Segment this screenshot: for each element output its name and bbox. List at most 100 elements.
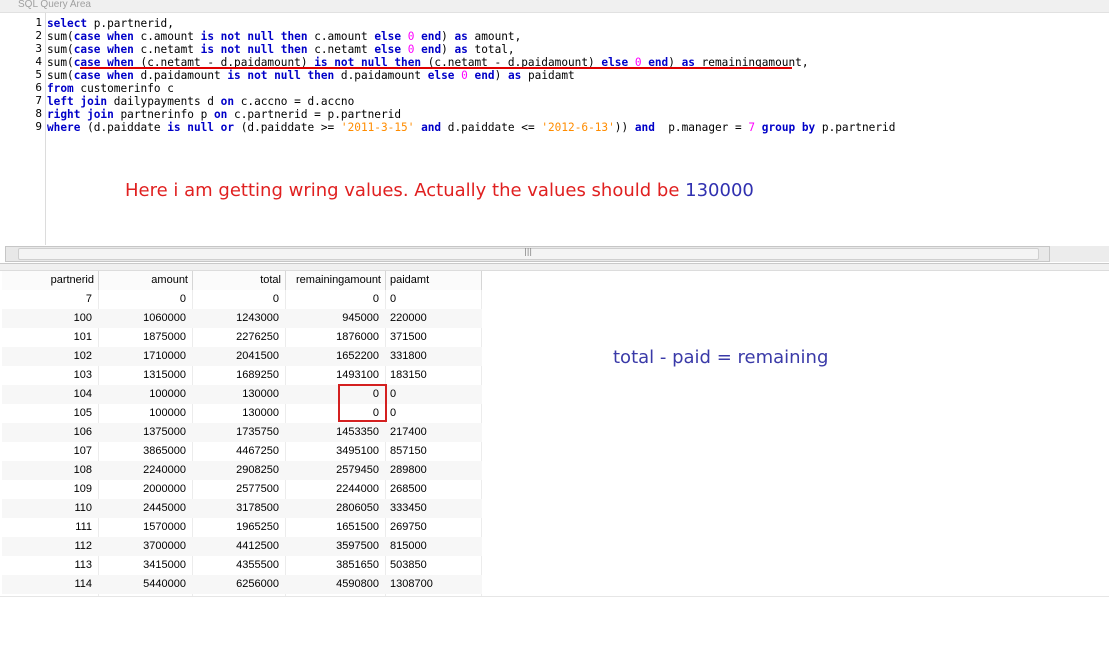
code-token: c.netamt: [133, 43, 201, 56]
cell-amount: 1875000: [143, 331, 186, 343]
code-token: p.partnerid: [815, 121, 896, 134]
code-token: end: [474, 69, 495, 82]
cell-partnerid: 105: [73, 407, 92, 419]
code-token: amount,: [467, 30, 522, 43]
cell-partnerid: 7: [85, 293, 92, 305]
table-row[interactable]: 113 3415000 4355500 3851650 503850: [2, 556, 482, 575]
table-row[interactable]: 106 1375000 1735750 1453350 217400: [2, 423, 482, 442]
column-header-paidamt[interactable]: paidamt: [386, 271, 482, 290]
code-token: group by: [761, 121, 816, 134]
table-row[interactable]: 111 1570000 1965250 1651500 269750: [2, 518, 482, 537]
cell-total: 0: [272, 293, 279, 305]
table-row[interactable]: 109 2000000 2577500 2244000 268500: [2, 480, 482, 499]
cell-partnerid: 111: [75, 521, 92, 533]
wrong-values-note-text: Here i am getting wring values. Actually…: [125, 180, 686, 201]
expected-value: 130000: [685, 180, 754, 201]
cell-amount: 3865000: [143, 445, 186, 457]
code-token: case when: [73, 43, 134, 56]
cell-paidamt: 0: [390, 293, 397, 305]
code-token: where: [47, 121, 81, 134]
code-line[interactable]: sum(case when c.amount is not null then …: [47, 30, 521, 43]
cell-remainingamount: 3597500: [336, 540, 379, 552]
cell-total: 130000: [242, 388, 279, 400]
formula-note: total - paid = remaining: [613, 347, 829, 368]
cell-remainingamount: 1876000: [336, 331, 379, 343]
cell-total: 2908250: [236, 464, 279, 476]
code-line[interactable]: left join dailypayments d on c.accno = d…: [47, 95, 354, 108]
line-4-underline: [80, 67, 792, 69]
cell-paidamt: 217400: [390, 426, 427, 438]
line-number: 6: [35, 81, 42, 94]
code-token: p.manager =: [654, 121, 749, 134]
cell-partnerid: 114: [74, 578, 92, 590]
table-row[interactable]: 107 3865000 4467250 3495100 857150: [2, 442, 482, 461]
cell-partnerid: 113: [74, 559, 92, 571]
cell-remainingamount: 0: [372, 293, 379, 305]
code-line[interactable]: select p.partnerid,: [47, 17, 174, 30]
table-row[interactable]: 103 1315000 1689250 1493100 183150: [2, 366, 482, 385]
cell-amount: 100000: [149, 388, 186, 400]
code-line[interactable]: from customerinfo c: [47, 82, 174, 95]
table-row[interactable]: 112 3700000 4412500 3597500 815000: [2, 537, 482, 556]
grid-bottom-border: [0, 596, 1109, 597]
cell-total: 3178500: [236, 502, 279, 514]
pane-splitter[interactable]: [0, 263, 1109, 271]
table-row[interactable]: 102 1710000 2041500 1652200 331800: [2, 347, 482, 366]
table-row[interactable]: 110 2445000 3178500 2806050 333450: [2, 499, 482, 518]
column-header-amount[interactable]: amount: [99, 271, 193, 290]
cell-paidamt: 857150: [390, 445, 427, 457]
code-token: ): [494, 69, 508, 82]
code-token: sum(: [47, 30, 74, 43]
table-row[interactable]: 104 100000 130000 0 0: [2, 385, 482, 404]
table-row[interactable]: 101 1875000 2276250 1876000 371500: [2, 328, 482, 347]
cell-total: 6256000: [236, 578, 279, 590]
horizontal-scrollbar[interactable]: |||: [5, 246, 1050, 262]
cell-remainingamount: 3851650: [336, 559, 379, 571]
code-line[interactable]: where (d.paiddate is null or (d.paiddate…: [47, 121, 895, 134]
cell-amount: 100000: [149, 407, 186, 419]
table-row[interactable]: 100 1060000 1243000 945000 220000: [2, 309, 482, 328]
cell-paidamt: 220000: [390, 312, 427, 324]
code-token: paidamt: [521, 69, 575, 82]
code-token: on: [220, 95, 235, 108]
cell-total: 2276250: [236, 331, 279, 343]
cell-paidamt: 371500: [390, 331, 427, 343]
code-token: is not null then: [200, 43, 308, 56]
code-token: case when: [73, 69, 134, 82]
column-header-partnerid[interactable]: partnerid: [2, 271, 99, 290]
cell-total: 2041500: [236, 350, 279, 362]
code-token: select: [47, 17, 88, 30]
code-line[interactable]: right join partnerinfo p on c.partnerid …: [47, 108, 401, 121]
column-header-total[interactable]: total: [193, 271, 286, 290]
code-line[interactable]: sum(case when c.netamt is not null then …: [47, 43, 515, 56]
code-token: ): [441, 30, 455, 43]
cell-partnerid: 109: [73, 483, 92, 495]
table-row[interactable]: 70000: [2, 290, 482, 309]
cell-amount: 1570000: [143, 521, 186, 533]
cell-total: 1735750: [236, 426, 279, 438]
code-token: as: [507, 69, 522, 82]
table-row[interactable]: 108 2240000 2908250 2579450 289800: [2, 461, 482, 480]
table-row[interactable]: 114 5440000 6256000 4590800 1308700: [2, 575, 482, 594]
code-token: is not null then: [200, 30, 308, 43]
cell-remainingamount: 4590800: [336, 578, 379, 590]
cell-remainingamount: 945000: [342, 312, 379, 324]
line-number-gutter: 123456789: [0, 13, 46, 245]
cell-paidamt: 268500: [390, 483, 427, 495]
column-header-remainingamount[interactable]: remainingamount: [286, 271, 386, 290]
cell-partnerid: 110: [74, 502, 92, 514]
cell-amount: 1375000: [143, 426, 186, 438]
code-token: is null or: [167, 121, 235, 134]
cell-paidamt: 0: [390, 388, 397, 400]
code-line[interactable]: sum(case when d.paidamount is not null t…: [47, 69, 575, 82]
cell-paidamt: 1308700: [390, 578, 433, 590]
cell-partnerid: 100: [73, 312, 92, 324]
cell-amount: 1315000: [143, 369, 186, 381]
code-token: customerinfo c: [73, 82, 174, 95]
cell-remainingamount: 1651500: [336, 521, 379, 533]
code-token: c.netamt: [307, 43, 375, 56]
sql-editor[interactable]: select p.partnerid, sum(case when c.amoun…: [47, 14, 1107, 244]
table-row[interactable]: 105 100000 130000 0 0: [2, 404, 482, 423]
cell-partnerid: 107: [73, 445, 92, 457]
